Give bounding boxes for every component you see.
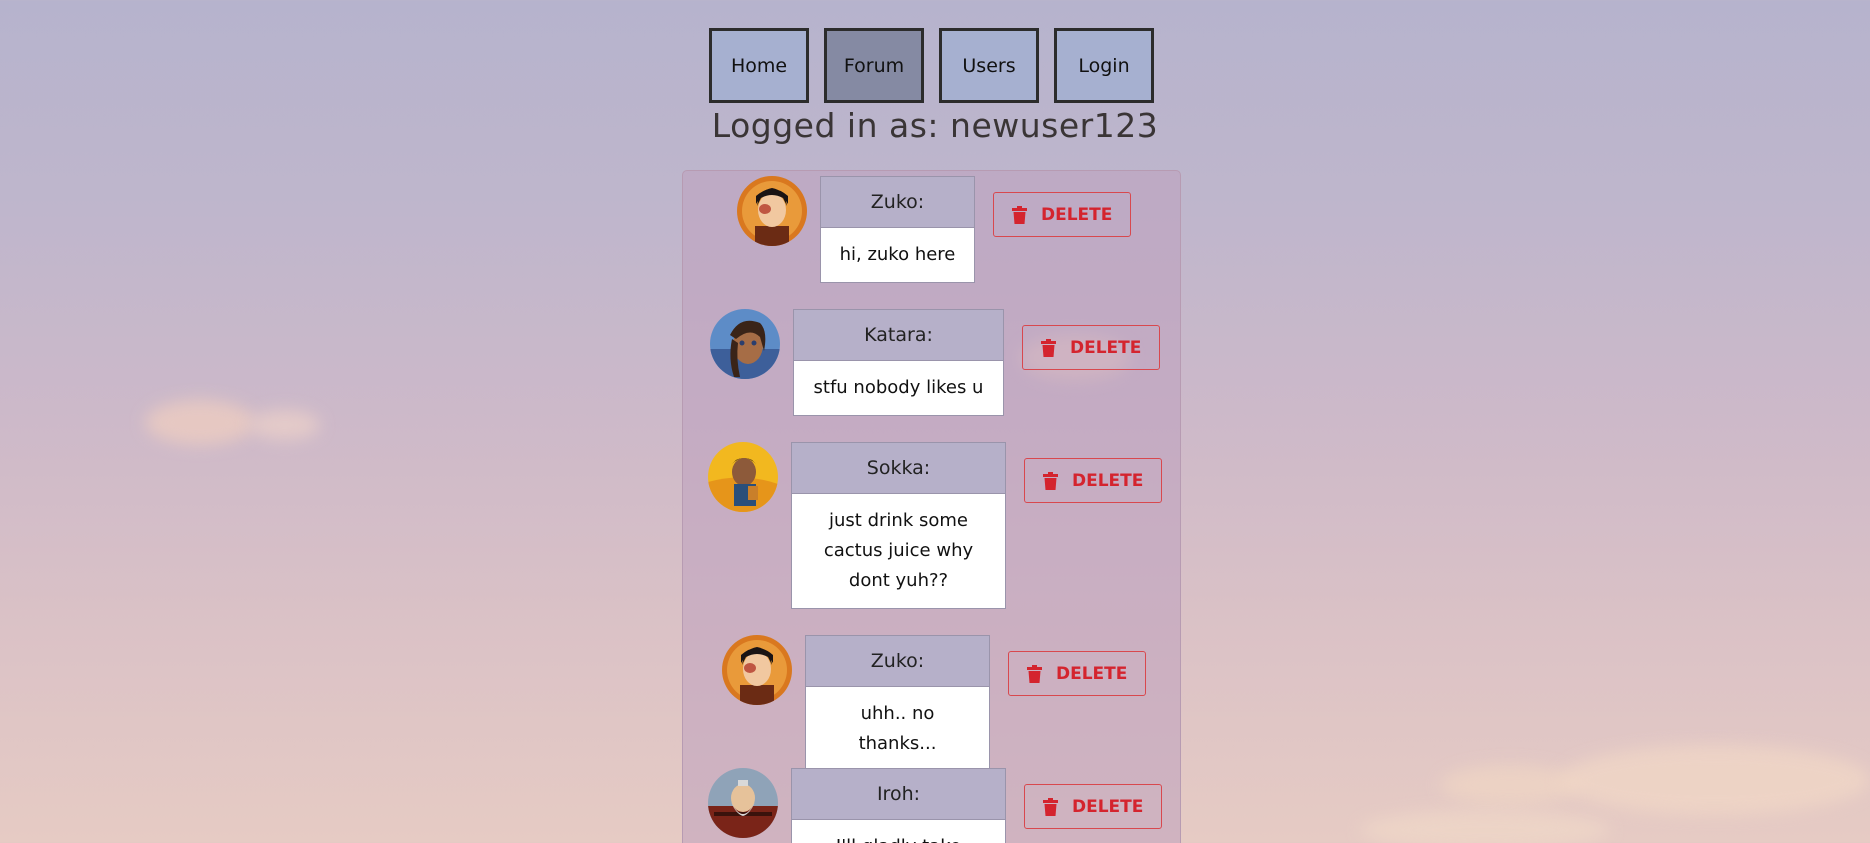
- trash-icon: [1027, 664, 1042, 683]
- trash-icon: [1043, 471, 1058, 490]
- post-card: Sokka: just drink some cactus juice why …: [791, 442, 1006, 609]
- katara-avatar: [710, 309, 780, 379]
- delete-button[interactable]: DELETE: [1024, 458, 1163, 503]
- delete-label: DELETE: [1070, 337, 1142, 358]
- post-message: uhh.. no thanks...: [806, 687, 989, 771]
- sokka-avatar: [708, 442, 778, 512]
- background-cloud: [1440, 765, 1580, 805]
- delete-button[interactable]: DELETE: [1022, 325, 1161, 370]
- nav-login-button[interactable]: Login: [1054, 28, 1154, 103]
- zuko-avatar: [737, 176, 807, 246]
- nav-forum-button[interactable]: Forum: [824, 28, 924, 103]
- delete-label: DELETE: [1072, 470, 1144, 491]
- post-message: hi, zuko here: [821, 228, 974, 282]
- trash-icon: [1041, 338, 1056, 357]
- delete-button[interactable]: DELETE: [1008, 651, 1147, 696]
- post-author: Iroh:: [792, 769, 1005, 820]
- forum-post: Iroh: I'll gladly take DELETE: [708, 768, 1163, 843]
- post-card: Katara: stfu nobody likes u: [793, 309, 1004, 416]
- post-card: Zuko: hi, zuko here: [820, 176, 975, 283]
- delete-label: DELETE: [1072, 796, 1144, 817]
- post-message: I'll gladly take: [792, 820, 1005, 843]
- post-card: Iroh: I'll gladly take: [791, 768, 1006, 843]
- post-message: stfu nobody likes u: [794, 361, 1003, 415]
- delete-button[interactable]: DELETE: [1024, 784, 1163, 829]
- background-cloud: [1360, 810, 1610, 843]
- iroh-avatar: [708, 768, 778, 838]
- post-author: Sokka:: [792, 443, 1005, 494]
- delete-button[interactable]: DELETE: [993, 192, 1132, 237]
- forum-post: Katara: stfu nobody likes u DELETE: [710, 309, 1161, 416]
- trash-icon: [1043, 797, 1058, 816]
- post-author: Zuko:: [821, 177, 974, 228]
- nav-home-button[interactable]: Home: [709, 28, 809, 103]
- logged-in-status: Logged in as: newuser123: [711, 106, 1159, 145]
- forum-post: Zuko: hi, zuko here DELETE: [737, 176, 1132, 283]
- post-card: Zuko: uhh.. no thanks...: [805, 635, 990, 772]
- main-nav: Home Forum Users Login: [709, 28, 1154, 103]
- forum-post: Sokka: just drink some cactus juice why …: [708, 442, 1163, 609]
- post-author: Zuko:: [806, 636, 989, 687]
- zuko-avatar: [722, 635, 792, 705]
- forum-post: Zuko: uhh.. no thanks... DELETE: [722, 635, 1147, 772]
- delete-label: DELETE: [1056, 663, 1128, 684]
- background-cloud: [1560, 745, 1870, 815]
- nav-users-button[interactable]: Users: [939, 28, 1039, 103]
- background-cloud: [250, 410, 320, 440]
- delete-label: DELETE: [1041, 204, 1113, 225]
- background-cloud: [145, 400, 255, 445]
- trash-icon: [1012, 205, 1027, 224]
- post-message: just drink some cactus juice why dont yu…: [792, 494, 1005, 608]
- post-author: Katara:: [794, 310, 1003, 361]
